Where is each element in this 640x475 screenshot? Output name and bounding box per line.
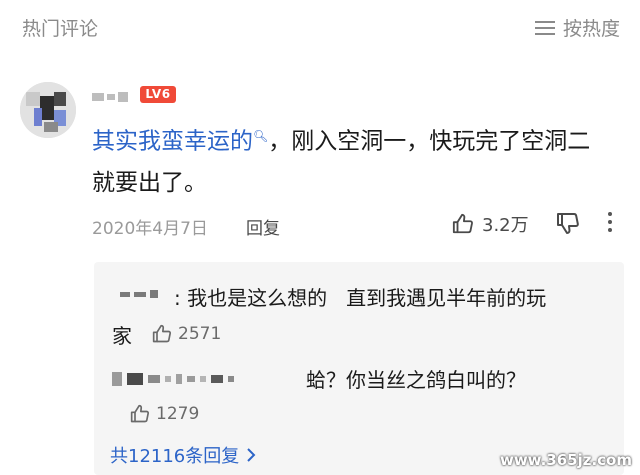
comment-text: 其实我蛮幸运的🔍︎，刚入空洞一，快玩完了空洞二 就要出了。 bbox=[92, 116, 632, 204]
thumbs-up-icon bbox=[130, 404, 150, 423]
comment-date: 2020年4月7日 bbox=[92, 219, 208, 239]
reply-username-blurred[interactable] bbox=[120, 290, 158, 298]
sort-label: 按热度 bbox=[562, 18, 620, 40]
topic-tag-link[interactable]: 其实我蛮幸运的 bbox=[92, 129, 253, 155]
sort-lines-icon bbox=[534, 20, 555, 35]
reply-button[interactable]: 回复 bbox=[246, 214, 280, 239]
search-icon[interactable]: 🔍︎ bbox=[253, 129, 268, 143]
replies-total-label: 共12116条回复 bbox=[110, 446, 240, 467]
section-title: 热门评论 bbox=[22, 18, 99, 40]
reply-like-count: 1279 bbox=[156, 404, 200, 424]
like-count: 3.2万 bbox=[482, 215, 529, 236]
thumbs-down-icon bbox=[557, 213, 579, 234]
thumbs-up-icon bbox=[152, 324, 172, 343]
reply-text: : 我也是这么想的 直到我遇见半年前的玩 bbox=[174, 286, 547, 310]
reply-like-count: 2571 bbox=[178, 324, 222, 344]
sort-by-hot-button[interactable]: 按热度 bbox=[534, 14, 620, 41]
reply-text: 蛤？你当丝之鸽白叫的？ bbox=[306, 368, 526, 392]
reply-like-button[interactable]: 1279 bbox=[130, 404, 199, 424]
reply-text-line2: 家 bbox=[112, 324, 132, 348]
thumbs-up-icon bbox=[452, 213, 473, 234]
avatar[interactable] bbox=[20, 82, 76, 138]
chevron-right-icon bbox=[247, 448, 256, 462]
reply-like-button[interactable]: 2571 bbox=[152, 324, 221, 344]
username-blurred[interactable] bbox=[92, 88, 132, 106]
level-badge: LV6 bbox=[140, 86, 176, 103]
reply-username-blurred[interactable] bbox=[112, 372, 234, 386]
comment-text-line2: 就要出了。 bbox=[92, 169, 207, 196]
dislike-button[interactable] bbox=[556, 211, 580, 239]
like-button[interactable]: 3.2万 bbox=[452, 211, 529, 237]
more-options-icon[interactable] bbox=[608, 212, 612, 232]
view-all-replies-link[interactable]: 共12116条回复 bbox=[110, 442, 257, 468]
watermark: www.365jz.com bbox=[499, 451, 632, 469]
comment-text-line1: ，刚入空洞一，快玩完了空洞二 bbox=[268, 128, 591, 155]
